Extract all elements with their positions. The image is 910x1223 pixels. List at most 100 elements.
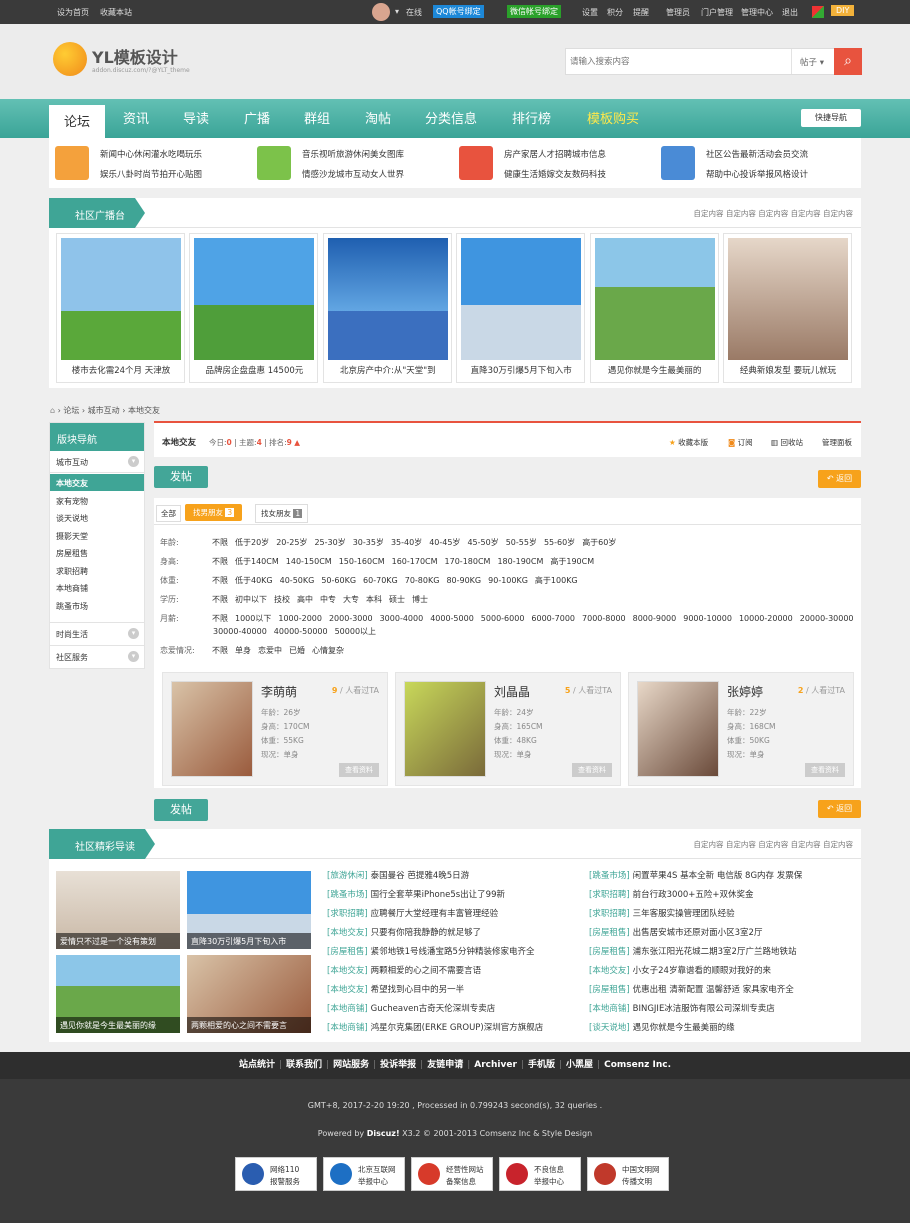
- nav-item-classified[interactable]: 分类信息: [425, 108, 477, 127]
- footer-link[interactable]: 站点统计: [239, 1060, 275, 1070]
- chevron-down-icon[interactable]: ▾: [128, 456, 139, 467]
- news-title[interactable]: 三年客服实操管理团队经验: [633, 909, 735, 919]
- broadcast-card[interactable]: 遇见你就是今生最美丽的: [589, 233, 719, 383]
- news-category[interactable]: [本地商铺]: [327, 1023, 368, 1033]
- nav-item-group[interactable]: 群组: [304, 108, 330, 127]
- filter-option[interactable]: 3000-4000: [380, 614, 424, 623]
- filter-option[interactable]: 45-50岁: [467, 538, 498, 547]
- news-title[interactable]: 泰国曼谷 芭提雅4晚5日游: [371, 871, 470, 881]
- news-title[interactable]: 国行全套苹果iPhone5s出让了99新: [371, 890, 505, 900]
- news-category[interactable]: [房屋租售]: [327, 947, 368, 957]
- broadcast-card[interactable]: 北京房产中介:从"天堂"到: [322, 233, 452, 383]
- broadcast-photo[interactable]: [327, 238, 448, 360]
- subnav-link[interactable]: 娱乐八卦: [100, 168, 134, 180]
- subnav-link[interactable]: 美女图库: [370, 148, 404, 160]
- rss-button[interactable]: ◙ 订阅: [728, 437, 753, 448]
- nav-item-ranking[interactable]: 排行榜: [512, 108, 551, 127]
- recycle-button[interactable]: ▥ 回收站: [771, 437, 803, 448]
- filter-option[interactable]: 60-70KG: [363, 576, 398, 585]
- manager-link[interactable]: 管理员: [666, 7, 690, 18]
- view-profile-button[interactable]: 查看资料: [805, 763, 845, 777]
- broadcast-caption[interactable]: 楼市去化需24个月 天津放: [57, 364, 185, 376]
- post-button[interactable]: 发帖: [154, 466, 208, 488]
- filter-option[interactable]: 本科: [366, 595, 382, 604]
- broadcast-card[interactable]: 经典新娘发型 要玩儿就玩: [723, 233, 852, 383]
- broadcast-caption[interactable]: 遇见你就是今生最美丽的: [591, 364, 719, 376]
- set-home-link[interactable]: 设为首页: [57, 7, 89, 18]
- filter-option[interactable]: 170-180CM: [445, 557, 491, 566]
- news-title[interactable]: 鸿星尔克集团(ERKE GROUP)深圳官方旗舰店: [371, 1023, 544, 1033]
- portal-admin-link[interactable]: 门户管理: [701, 7, 733, 18]
- remind-link[interactable]: 提醒: [633, 7, 649, 18]
- filter-option[interactable]: 160-170CM: [392, 557, 438, 566]
- news-title[interactable]: 优惠出租 清新配置 温馨舒适 家具家电齐全: [633, 985, 794, 995]
- logout-link[interactable]: 退出: [782, 7, 798, 18]
- settings-link[interactable]: 设置: [582, 7, 598, 18]
- guide-custom-links[interactable]: 自定内容 自定内容 自定内容 自定内容 自定内容: [693, 839, 853, 850]
- sidebar-group-fashion[interactable]: 时尚生活 ▾: [50, 622, 144, 644]
- view-profile-button[interactable]: 查看资料: [572, 763, 612, 777]
- footer-link[interactable]: 投诉举报: [380, 1060, 416, 1070]
- news-title[interactable]: 浦东张江阳光花城二期3室2厅广兰路地铁站: [633, 947, 797, 957]
- sidebar-item[interactable]: 本地交友: [50, 474, 144, 491]
- subnav-link[interactable]: 休闲灌水: [134, 148, 168, 160]
- guide-news-item[interactable]: [求职招聘] 应聘餐厅大堂经理有丰富管理经验: [327, 907, 498, 919]
- guide-photo[interactable]: 遇见你就是今生最美丽的缘: [56, 955, 180, 1033]
- footer-badge[interactable]: 中国文明网 传播文明: [587, 1157, 669, 1191]
- subnav-link[interactable]: 健康生活: [504, 168, 538, 180]
- filter-option[interactable]: 不限: [212, 557, 228, 566]
- filter-option[interactable]: 9000-10000: [683, 614, 732, 623]
- broadcast-photo[interactable]: [728, 238, 848, 360]
- filter-option[interactable]: 50000以上: [335, 627, 376, 636]
- post-button-bottom[interactable]: 发帖: [154, 799, 208, 821]
- chevron-down-icon[interactable]: ▾: [128, 651, 139, 662]
- filter-option[interactable]: 技校: [274, 595, 290, 604]
- news-title[interactable]: 两颗相爱的心之间不需要言语: [371, 966, 482, 976]
- filter-option[interactable]: 不限: [212, 538, 228, 547]
- sidebar-item[interactable]: 摄影天堂: [50, 527, 144, 544]
- view-profile-button[interactable]: 查看资料: [339, 763, 379, 777]
- tab-find-girlfriend[interactable]: 找女朋友 1: [255, 504, 309, 523]
- subnav-link[interactable]: 旅游休闲: [336, 148, 370, 160]
- news-title[interactable]: 应聘餐厅大堂经理有丰富管理经验: [371, 909, 499, 919]
- filter-option[interactable]: 单身: [235, 646, 251, 655]
- search-button[interactable]: ⌕: [834, 48, 862, 75]
- filter-option[interactable]: 低于20岁: [235, 538, 269, 547]
- broadcast-caption[interactable]: 北京房产中介:从"天堂"到: [324, 364, 452, 376]
- broadcast-photo[interactable]: [461, 238, 582, 360]
- filter-option[interactable]: 高于190CM: [550, 557, 594, 566]
- guide-photo-caption[interactable]: 两颗相爱的心之间不需要言: [187, 1017, 311, 1033]
- news-title[interactable]: 遇见你就是今生最美丽的缘: [633, 1023, 735, 1033]
- admin-panel-button[interactable]: 管理面板: [822, 437, 852, 448]
- subnav-link[interactable]: 会员交流: [774, 148, 808, 160]
- tab-find-boyfriend[interactable]: 找男朋友 3: [185, 504, 243, 521]
- sidebar-item[interactable]: 房屋租售: [50, 544, 144, 561]
- online-status[interactable]: 在线: [406, 7, 422, 18]
- news-title[interactable]: 前台行政3000+五险+双休奖金: [633, 890, 754, 900]
- news-title[interactable]: 闲置苹果4S 基本全新 电信版 8G内存 发票保: [633, 871, 803, 881]
- subnav-link[interactable]: 人才招聘: [538, 148, 572, 160]
- subnav-link[interactable]: 房产家居: [504, 148, 538, 160]
- news-title[interactable]: 小女子24岁靠谱看的顺眼对我好的来: [633, 966, 771, 976]
- footer-link[interactable]: 网站服务: [333, 1060, 369, 1070]
- filter-option[interactable]: 20000-30000: [800, 614, 854, 623]
- sidebar-group-service[interactable]: 社区服务 ▾: [50, 645, 144, 668]
- broadcast-caption[interactable]: 经典新娘发型 要玩儿就玩: [724, 364, 852, 376]
- back-button-bottom[interactable]: ↶ 返回: [818, 800, 861, 818]
- broadcast-caption[interactable]: 品牌房企盘盘惠 14500元: [190, 364, 318, 376]
- filter-option[interactable]: 30-35岁: [353, 538, 384, 547]
- sidebar-item[interactable]: 求职招聘: [50, 562, 144, 579]
- guide-photo[interactable]: 爱情只不过是一个没有策划: [56, 871, 180, 949]
- filter-option[interactable]: 150-160CM: [339, 557, 385, 566]
- wechat-bind-button[interactable]: 微信帐号绑定: [507, 5, 561, 18]
- news-category[interactable]: [房屋租售]: [589, 947, 630, 957]
- nav-item-broadcast[interactable]: 广播: [244, 108, 270, 127]
- footer-badge[interactable]: 不良信息 举报中心: [499, 1157, 581, 1191]
- subnav-link[interactable]: 数码科技: [572, 168, 606, 180]
- guide-news-item[interactable]: [跳蚤市场] 闲置苹果4S 基本全新 电信版 8G内存 发票保: [589, 869, 802, 881]
- filter-option[interactable]: 140-150CM: [286, 557, 332, 566]
- points-link[interactable]: 积分: [607, 7, 623, 18]
- filter-option[interactable]: 8000-9000: [633, 614, 677, 623]
- news-category[interactable]: [谈天说地]: [589, 1023, 630, 1033]
- news-category[interactable]: [本地交友]: [327, 966, 368, 976]
